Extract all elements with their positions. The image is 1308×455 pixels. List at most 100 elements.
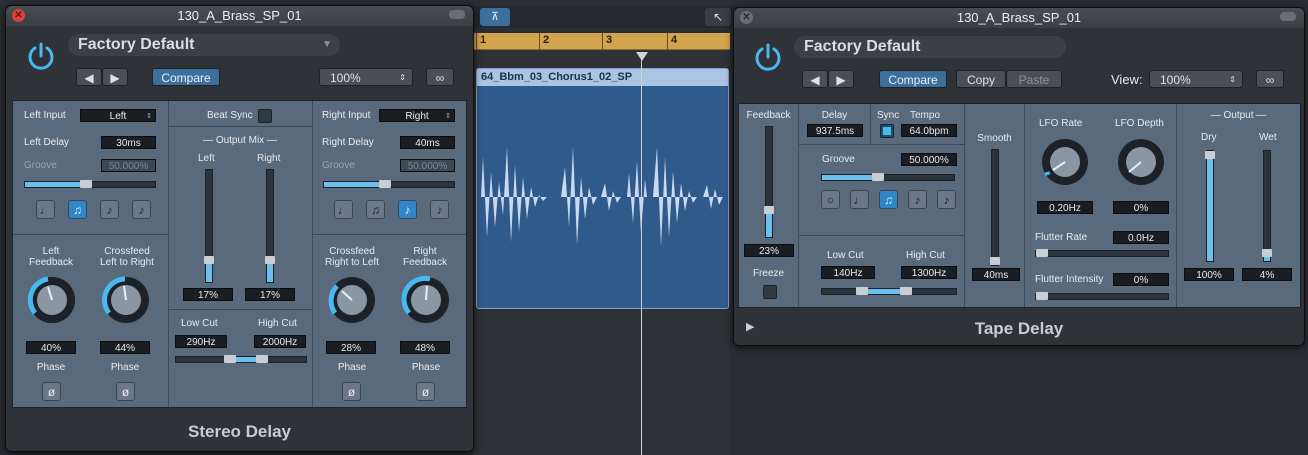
left-feedback-label: Left Feedback	[29, 246, 73, 268]
compare-button[interactable]: Compare	[152, 68, 220, 86]
left-feedback-knob[interactable]	[26, 274, 78, 326]
preset-menu[interactable]: Factory Default	[794, 36, 1066, 58]
power-icon[interactable]	[26, 41, 56, 71]
crossfeed-lr-knob[interactable]	[100, 274, 152, 326]
zoom-select[interactable]: 100% ⇕	[319, 68, 413, 86]
left-groove-field[interactable]: 50.000%	[101, 159, 156, 172]
flutter-rate-value[interactable]: 0.0Hz	[1113, 231, 1169, 244]
plugin-name: Tape Delay	[974, 319, 1064, 338]
lfo-depth-label: LFO Depth	[1115, 118, 1164, 129]
flutter-intensity-slider[interactable]	[1035, 292, 1169, 300]
note-whole-button[interactable]: ○	[821, 190, 840, 209]
link-icon[interactable]: ∞	[1256, 70, 1284, 88]
beat-sync-checkbox[interactable]	[258, 109, 272, 123]
wet-value[interactable]: 4%	[1242, 268, 1292, 281]
next-preset-button[interactable]: ▶	[828, 70, 854, 88]
high-cut-field[interactable]: 2000Hz	[254, 335, 306, 348]
smooth-value[interactable]: 40ms	[972, 268, 1020, 281]
crossfeed-lr-phase-button[interactable]: ø	[116, 382, 135, 401]
right-note-sixteenth-button[interactable]: ♪	[398, 200, 417, 219]
mix-left-slider[interactable]	[204, 169, 214, 283]
right-groove-field[interactable]: 50.000%	[400, 159, 455, 172]
flutter-rate-slider[interactable]	[1035, 249, 1169, 257]
low-cut-field[interactable]: 140Hz	[821, 266, 875, 279]
lfo-rate-value[interactable]: 0.20Hz	[1037, 201, 1093, 214]
note-sixteenth-button[interactable]: ♪	[908, 190, 927, 209]
audio-region[interactable]: 64_Bbm_03_Chorus1_02_SP	[476, 68, 729, 309]
lfo-depth-knob[interactable]	[1115, 136, 1167, 188]
note-quarter-button[interactable]: ♩	[850, 190, 869, 209]
paste-button[interactable]: Paste	[1006, 70, 1062, 88]
preset-name: Factory Default	[804, 38, 921, 55]
cut-range-slider[interactable]	[175, 355, 307, 363]
window-resize-button[interactable]	[449, 10, 465, 19]
timeline-ruler[interactable]: 1 2 3 4	[474, 33, 730, 50]
mix-left-value[interactable]: 17%	[183, 288, 233, 301]
compare-button[interactable]: Compare	[879, 70, 947, 88]
stereo-delay-titlebar[interactable]: ✕ 130_A_Brass_SP_01	[6, 6, 473, 26]
right-input-select[interactable]: Right ⇕	[379, 109, 455, 122]
right-phase-button[interactable]: ø	[416, 382, 435, 401]
dry-value[interactable]: 100%	[1184, 268, 1234, 281]
smooth-slider[interactable]	[990, 149, 1000, 266]
left-delay-field[interactable]: 30ms	[101, 136, 156, 149]
delay-field[interactable]: 937.5ms	[807, 124, 863, 137]
right-delay-field[interactable]: 40ms	[400, 136, 455, 149]
dry-slider[interactable]	[1205, 150, 1215, 262]
left-note-eighth-button[interactable]: ♫	[68, 200, 87, 219]
freeze-checkbox[interactable]	[763, 285, 777, 299]
sync-checkbox[interactable]	[880, 124, 894, 138]
right-feedback-knob[interactable]	[400, 274, 452, 326]
link-icon[interactable]: ∞	[426, 68, 454, 86]
crossfeed-rl-knob[interactable]	[326, 274, 378, 326]
high-cut-field[interactable]: 1300Hz	[901, 266, 957, 279]
preset-menu[interactable]: Factory Default ▼	[68, 34, 340, 56]
crossfeed-rl-phase-button[interactable]: ø	[342, 382, 361, 401]
right-groove-slider[interactable]	[323, 180, 455, 188]
left-note-sixteenth-button[interactable]: ♪	[100, 200, 119, 219]
right-note-quarter-button[interactable]: ♩	[334, 200, 353, 219]
close-icon[interactable]: ✕	[12, 9, 25, 22]
pointer-tool-icon[interactable]: ↖	[705, 8, 731, 26]
left-feedback-value[interactable]: 40%	[26, 341, 76, 354]
tempo-field[interactable]: 64.0bpm	[901, 124, 957, 137]
left-groove-slider[interactable]	[24, 180, 156, 188]
window-resize-button[interactable]	[1280, 12, 1296, 21]
feedback-value[interactable]: 23%	[744, 244, 794, 257]
lfo-rate-knob[interactable]	[1039, 136, 1091, 188]
low-cut-field[interactable]: 290Hz	[175, 335, 227, 348]
flex-tool-button[interactable]: ⊼	[480, 8, 510, 26]
right-note-dotted-button[interactable]: ♪	[430, 200, 449, 219]
close-icon[interactable]: ✕	[740, 11, 753, 24]
previous-preset-button[interactable]: ◀	[802, 70, 828, 88]
copy-button[interactable]: Copy	[956, 70, 1006, 88]
next-preset-button[interactable]: ▶	[102, 68, 128, 86]
lfo-depth-value[interactable]: 0%	[1113, 201, 1169, 214]
feedback-slider[interactable]	[764, 126, 774, 238]
groove-field[interactable]: 50.000%	[901, 153, 957, 166]
playhead-handle[interactable]	[636, 52, 648, 61]
right-note-eighth-button[interactable]: ♫	[366, 200, 385, 219]
wet-slider[interactable]	[1262, 150, 1272, 262]
right-feedback-value[interactable]: 48%	[400, 341, 450, 354]
left-note-dotted-button[interactable]: ♪	[132, 200, 151, 219]
flutter-intensity-value[interactable]: 0%	[1113, 273, 1169, 286]
left-note-quarter-button[interactable]: ♩	[36, 200, 55, 219]
zoom-select[interactable]: 100% ⇕	[1149, 70, 1243, 88]
cut-range-slider[interactable]	[821, 287, 957, 295]
note-dotted-button[interactable]: ♪	[937, 190, 956, 209]
left-input-select[interactable]: Left ⇕	[80, 109, 156, 122]
mix-right-value[interactable]: 17%	[245, 288, 295, 301]
power-icon[interactable]	[753, 42, 783, 72]
left-phase-button[interactable]: ø	[42, 382, 61, 401]
smooth-label: Smooth	[977, 133, 1012, 144]
crossfeed-rl-value[interactable]: 28%	[326, 341, 376, 354]
playhead-line[interactable]	[641, 52, 642, 455]
crossfeed-lr-value[interactable]: 44%	[100, 341, 150, 354]
mix-right-slider[interactable]	[265, 169, 275, 283]
tape-delay-titlebar[interactable]: ✕ 130_A_Brass_SP_01	[734, 8, 1304, 28]
note-eighth-button[interactable]: ♫	[879, 190, 898, 209]
tempo-label: Tempo	[910, 110, 941, 121]
previous-preset-button[interactable]: ◀	[76, 68, 102, 86]
groove-slider[interactable]	[821, 173, 955, 181]
